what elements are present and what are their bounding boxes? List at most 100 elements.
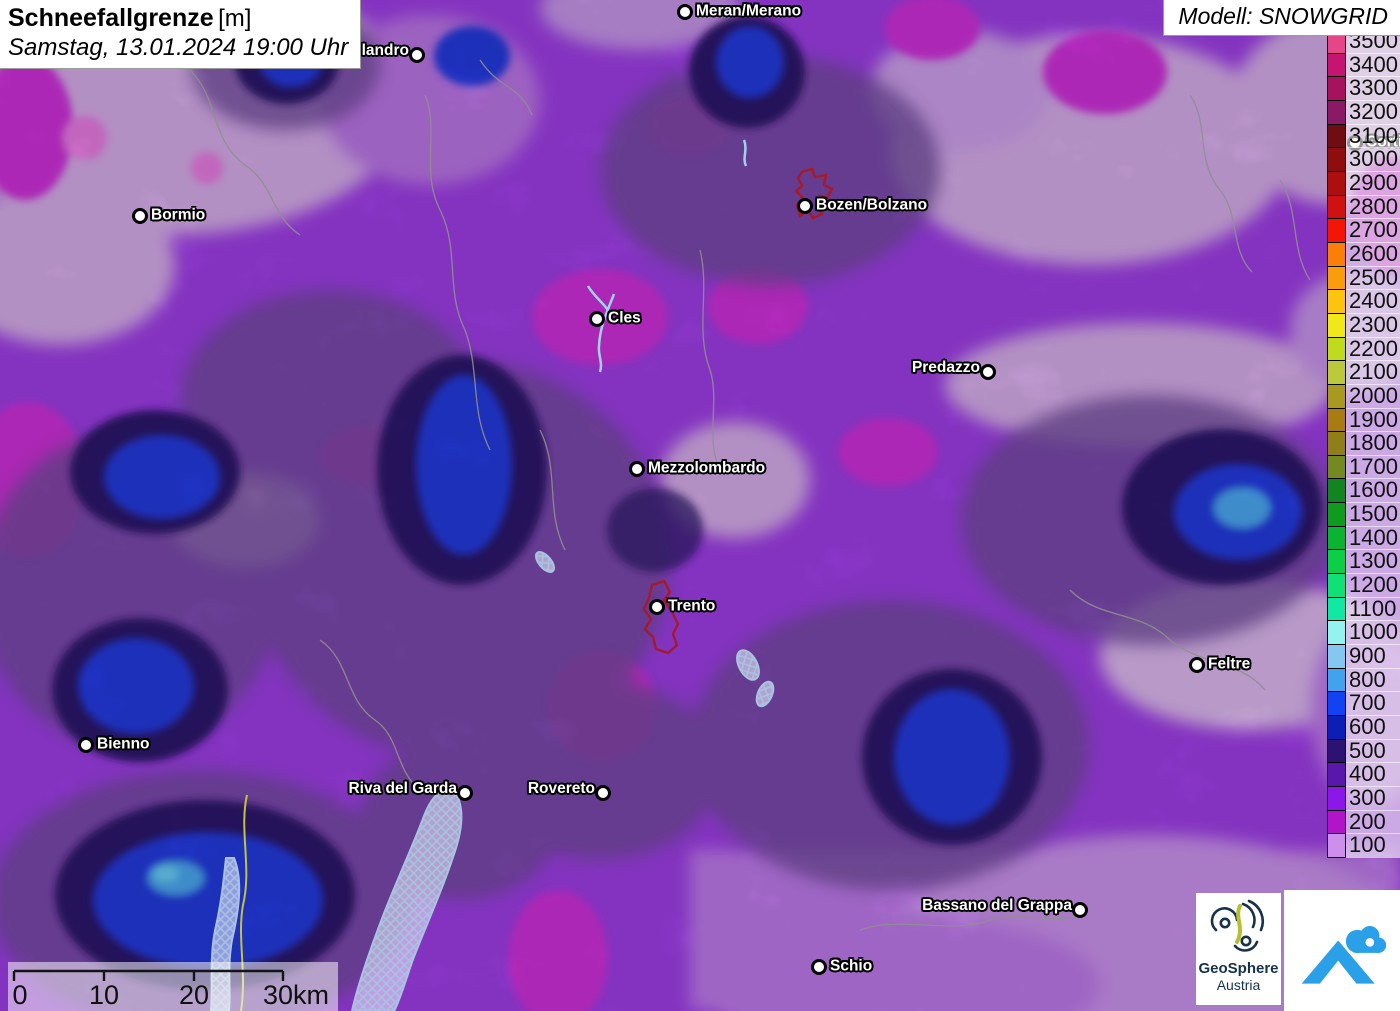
legend-value-label: 2200	[1346, 336, 1400, 362]
geosphere-logo: GeoSphere Austria	[1196, 893, 1281, 1005]
legend-value-label: 3200	[1346, 99, 1400, 125]
legend-value-label: 2900	[1346, 170, 1400, 196]
legend-color-swatch	[1327, 667, 1346, 693]
mountain-cloud-icon	[1301, 925, 1387, 984]
map-title: Schneefallgrenze	[8, 4, 214, 32]
city-label: Feltre	[1208, 655, 1251, 673]
map-canvas	[0, 0, 1400, 1011]
legend-color-swatch	[1327, 549, 1346, 575]
terrain-shading-overlay	[0, 0, 1400, 1011]
legend-color-swatch	[1327, 809, 1346, 835]
city-dot	[980, 364, 996, 380]
legend-value-label: 1300	[1346, 549, 1400, 575]
legend-color-swatch	[1327, 454, 1346, 480]
legend-color-swatch	[1327, 147, 1346, 172]
city-label: Schio	[830, 957, 873, 975]
legend-value-label: 600	[1346, 714, 1400, 740]
legend-row: 3000	[1327, 147, 1400, 172]
legend-color-swatch	[1327, 289, 1346, 314]
city-label: Bozen/Bolzano	[816, 196, 928, 214]
legend-value-label: 2700	[1346, 218, 1400, 243]
legend-row: 400	[1327, 762, 1400, 787]
scale-bar-label: 10	[88, 980, 120, 1010]
geosphere-logo-text: GeoSphere	[1198, 960, 1279, 977]
legend-color-swatch	[1327, 123, 1346, 149]
legend-color-swatch	[1327, 218, 1346, 243]
legend-row: 3200	[1327, 99, 1400, 125]
legend-value-label: 2600	[1346, 241, 1400, 267]
legend-row: 300	[1327, 785, 1400, 811]
legend-row: 1300	[1327, 549, 1400, 575]
legend-value-label: 1700	[1346, 454, 1400, 480]
city-dot	[1189, 657, 1205, 673]
city-label: Meran/Merano	[696, 2, 802, 20]
geosphere-contours-icon	[1210, 899, 1264, 952]
legend-color-swatch	[1327, 170, 1346, 196]
legend-row: 1900	[1327, 407, 1400, 433]
legend-value-label: 300	[1346, 785, 1400, 811]
legend-row: 800	[1327, 667, 1400, 693]
city-label: Bassano del Grappa	[922, 897, 1072, 915]
legend-row: 3400	[1327, 52, 1400, 78]
city-dot	[677, 4, 693, 20]
legend-value-label: 700	[1346, 691, 1400, 717]
city-dot	[78, 737, 94, 753]
city-label: Trento	[668, 597, 716, 615]
legend-value-label: 1000	[1346, 620, 1400, 646]
legend-color-swatch	[1327, 76, 1346, 101]
city-dot	[132, 208, 148, 224]
legend-value-label: 1900	[1346, 407, 1400, 433]
city-label: Riva del Garda	[348, 780, 457, 798]
city-dot	[629, 461, 645, 477]
legend-value-label: 3400	[1346, 52, 1400, 78]
legend-value-label: 2400	[1346, 289, 1400, 314]
legend-row: 500	[1327, 738, 1400, 764]
legend-color-swatch	[1327, 407, 1346, 433]
legend-value-label: 400	[1346, 762, 1400, 787]
city-dot	[1072, 902, 1088, 918]
legend-value-label: 1100	[1346, 596, 1400, 622]
map-datetime: Samstag, 13.01.2024 19:00 Uhr	[8, 34, 349, 61]
scale-bar-label: 0	[12, 980, 28, 1010]
legend-value-label: 1600	[1346, 478, 1400, 504]
legend-color-swatch	[1327, 833, 1346, 858]
city-label: Bienno	[97, 735, 150, 753]
city-label: Mezzolombardo	[648, 459, 766, 477]
title-box: Schneefallgrenze [m] Samstag, 13.01.2024…	[0, 0, 362, 69]
city-dot	[797, 198, 813, 214]
city-label: Predazzo	[911, 359, 980, 377]
legend-row: 1500	[1327, 501, 1400, 527]
legend-row: 200	[1327, 809, 1400, 835]
elevation-legend: 3500 3400 3300 3200 3100 3000 2900 2800 2700 2600…	[1327, 28, 1400, 858]
city-dot	[589, 311, 605, 327]
legend-value-label: 1800	[1346, 430, 1400, 456]
legend-color-swatch	[1327, 194, 1346, 220]
legend-row: 2900	[1327, 170, 1400, 196]
legend-value-label: 500	[1346, 738, 1400, 764]
legend-color-swatch	[1327, 265, 1346, 291]
model-label: Modell: SNOWGRID	[1163, 0, 1400, 36]
legend-value-label: 900	[1346, 643, 1400, 669]
legend-color-swatch	[1327, 715, 1346, 740]
legend-row: 1700	[1327, 454, 1400, 480]
city-dot	[649, 599, 665, 615]
legend-row: 2200	[1327, 336, 1400, 362]
legend-row: 2700	[1327, 218, 1400, 243]
legend-row: 900	[1327, 643, 1400, 669]
legend-color-swatch	[1327, 312, 1346, 338]
legend-value-label: 2100	[1346, 360, 1400, 385]
legend-row: 1400	[1327, 525, 1400, 551]
legend-color-swatch	[1327, 738, 1346, 764]
legend-color-swatch	[1327, 644, 1346, 669]
legend-row: 2400	[1327, 289, 1400, 314]
legend-row: 2600	[1327, 241, 1400, 267]
legend-row: 1800	[1327, 430, 1400, 456]
legend-row: 3100	[1327, 123, 1400, 149]
legend-value-label: 800	[1346, 667, 1400, 693]
legend-row: 2800	[1327, 194, 1400, 220]
legend-row: 1100	[1327, 596, 1400, 622]
weather-map-stage: Meran/MeranoSchlanders/SilandroBormioBoz…	[0, 0, 1400, 1011]
legend-value-label: 1200	[1346, 572, 1400, 598]
legend-color-swatch	[1327, 596, 1346, 622]
legend-color-swatch	[1327, 502, 1346, 527]
